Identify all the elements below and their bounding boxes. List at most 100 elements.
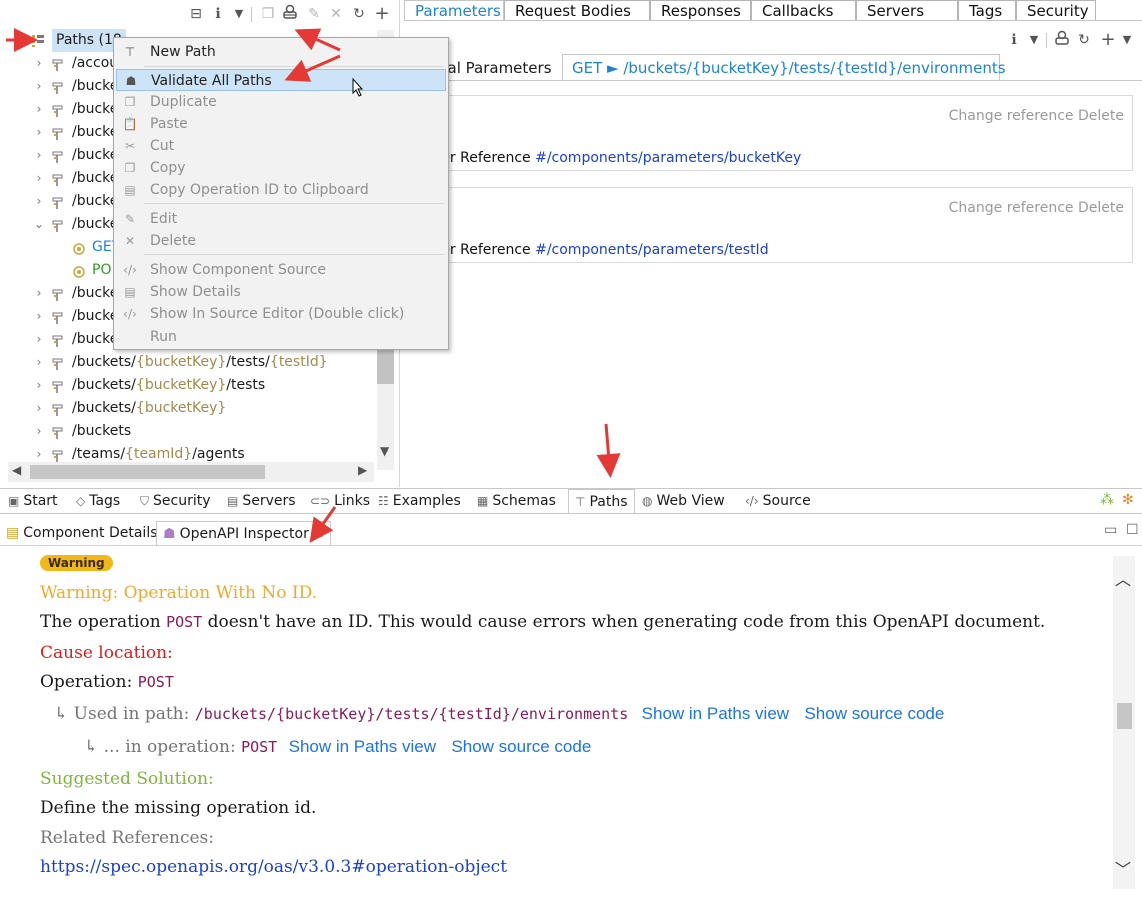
chevron-down-icon[interactable]: ⌄: [33, 213, 45, 236]
menu-item-new-path[interactable]: ⊤ New Path: [116, 41, 446, 63]
info-icon[interactable]: ℹ: [1004, 30, 1024, 50]
tab-servers[interactable]: Servers: [856, 0, 958, 20]
scroll-down-icon[interactable]: ▼: [380, 444, 389, 458]
bottom-tab-examples[interactable]: ☷ Examples: [378, 489, 461, 513]
show-source-link[interactable]: Show source code: [451, 737, 591, 756]
chevron-right-icon[interactable]: ›: [33, 144, 45, 167]
maximize-icon[interactable]: ☐: [1126, 522, 1139, 538]
inspector-icon[interactable]: [280, 4, 300, 24]
chevron-right-icon[interactable]: ›: [33, 75, 45, 98]
chevron-right-icon[interactable]: ›: [33, 420, 45, 443]
path-icon: [52, 149, 64, 163]
tab-global-parameters[interactable]: bal Parameters: [438, 55, 552, 81]
chevron-down-icon[interactable]: ▼: [1117, 30, 1137, 50]
menu-item-duplicate[interactable]: ❐ Duplicate: [116, 91, 446, 113]
menu-item-copy-operation-id-to-clipboard[interactable]: ▤ Copy Operation ID to Clipboard: [116, 179, 446, 201]
chevron-right-icon[interactable]: ›: [33, 98, 45, 121]
bottom-tab-security[interactable]: ⛉ Security: [140, 489, 211, 513]
scroll-down-icon[interactable]: ﹀: [1115, 856, 1131, 880]
chevron-right-icon[interactable]: ›: [33, 190, 45, 213]
tree-horizontal-scroll-thumb[interactable]: [30, 465, 265, 479]
chevron-down-icon[interactable]: ▼: [229, 4, 249, 24]
path-icon: [52, 172, 64, 186]
reference-link[interactable]: #/components/parameters/bucketKey: [535, 150, 801, 166]
scroll-left-icon[interactable]: ◀: [12, 463, 21, 477]
bottom-tab-source[interactable]: ‹/› Source: [745, 489, 811, 513]
show-in-paths-link[interactable]: Show in Paths view: [289, 737, 436, 756]
related-reference-link[interactable]: https://spec.openapis.org/oas/v3.0.3#ope…: [40, 857, 507, 877]
refresh-icon[interactable]: ↻: [349, 4, 369, 24]
tab-security[interactable]: Security: [1016, 0, 1096, 20]
chevron-right-icon[interactable]: ›: [33, 328, 45, 351]
path-icon: [52, 218, 64, 232]
add-icon[interactable]: +: [1098, 30, 1118, 50]
collapse-all-icon[interactable]: ⊟: [186, 4, 206, 24]
edit-icon[interactable]: ✎: [304, 4, 324, 24]
chevron-right-icon[interactable]: ›: [33, 374, 45, 397]
bottom-tab-schemas[interactable]: ▦ Schemas: [477, 489, 556, 513]
tab-operation-parameters[interactable]: GET ► /buckets/{bucketKey}/tests/{testId…: [562, 54, 1006, 81]
tree-path-item[interactable]: › /buckets: [0, 420, 380, 443]
tab-responses[interactable]: Responses: [650, 0, 751, 20]
tab-callbacks[interactable]: Callbacks: [751, 0, 856, 20]
minimize-icon[interactable]: ▭: [1104, 522, 1117, 538]
menu-item-cut[interactable]: ✂ Cut: [116, 135, 446, 157]
menu-item-validate-all-paths[interactable]: ☗ Validate All Paths: [116, 69, 446, 91]
used-in-path-line: ↳ Used in path: /buckets/{bucketKey}/tes…: [54, 704, 944, 724]
details-icon: ▤: [6, 525, 20, 541]
menu-item-show-in-source-editor-double-click[interactable]: ‹/› Show In Source Editor (Double click): [116, 303, 446, 325]
add-icon[interactable]: +: [372, 4, 392, 24]
tree-path-item[interactable]: › /buckets/{bucketKey}/tests/{testId}: [0, 351, 380, 374]
menu-item-copy[interactable]: ❐ Copy: [116, 157, 446, 179]
chevron-right-icon[interactable]: ›: [33, 52, 45, 75]
tab-request-bodies[interactable]: Request Bodies: [504, 0, 650, 20]
show-in-paths-link[interactable]: Show in Paths view: [642, 704, 789, 723]
bottom-tab-label: Source: [762, 493, 811, 509]
chevron-right-icon[interactable]: ›: [33, 305, 45, 328]
bottom-tab-web-view[interactable]: ◍ Web View: [642, 489, 725, 513]
tree-vertical-scroll-thumb[interactable]: [377, 350, 394, 384]
menu-item-delete[interactable]: ✕ Delete: [116, 230, 446, 252]
tab-tags[interactable]: Tags: [958, 0, 1016, 20]
reference-link[interactable]: #/components/parameters/testId: [535, 242, 768, 258]
tree-path-item[interactable]: › /buckets/{bucketKey}: [0, 397, 380, 420]
chevron-right-icon[interactable]: ›: [33, 282, 45, 305]
duplicate-icon[interactable]: ❐: [258, 4, 278, 24]
bottom-tab-servers[interactable]: ▤ Servers: [227, 489, 296, 513]
tree-item-label: /bucke: [72, 75, 118, 98]
menu-item-show-details[interactable]: ▤ Show Details: [116, 281, 446, 303]
close-icon[interactable]: ✕: [315, 528, 324, 541]
chevron-down-icon[interactable]: ▼: [1024, 30, 1044, 50]
menu-item-edit[interactable]: ✎ Edit: [116, 208, 446, 230]
chevron-right-icon[interactable]: ›: [33, 351, 45, 374]
tree-path-item[interactable]: › /buckets/{bucketKey}/tests: [0, 374, 380, 397]
inspector-icon[interactable]: [1052, 30, 1072, 50]
path-icon: [52, 333, 64, 347]
card-actions[interactable]: Change reference Delete: [949, 108, 1124, 124]
refresh-icon[interactable]: ↻: [1074, 30, 1094, 50]
chevron-right-icon[interactable]: ›: [33, 167, 45, 190]
tab-parameters[interactable]: Parameters: [404, 0, 504, 20]
scroll-up-icon[interactable]: ︿: [1115, 566, 1131, 590]
chevron-right-icon[interactable]: ›: [33, 397, 45, 420]
scroll-right-icon[interactable]: ▶: [358, 463, 367, 477]
bottom-tab-start[interactable]: ▣ Start: [8, 489, 58, 513]
inspector-scroll-thumb[interactable]: [1117, 703, 1132, 729]
delete-icon[interactable]: ✕: [326, 4, 346, 24]
menu-item-paste[interactable]: 📋 Paste: [116, 113, 446, 135]
bottom-tab-tags[interactable]: ◇ Tags: [76, 489, 120, 513]
suggested-solution-label: Suggested Solution:: [40, 769, 214, 789]
menu-item-show-component-source[interactable]: ‹/› Show Component Source: [116, 259, 446, 281]
bottom-tab-links[interactable]: ⊂⊃ Links: [310, 489, 370, 513]
tab-component-details[interactable]: ▤ Component Details: [6, 521, 158, 545]
grid-icon[interactable]: ⁂: [1100, 492, 1114, 508]
chevron-right-icon[interactable]: ›: [33, 121, 45, 144]
tab-openapi-inspector[interactable]: ☗ OpenAPI Inspector ✕: [156, 521, 332, 545]
settings-icon[interactable]: ✻: [1122, 492, 1134, 508]
menu-item-run[interactable]: Run: [116, 326, 446, 348]
show-source-link[interactable]: Show source code: [804, 704, 944, 723]
card-actions[interactable]: Change reference Delete: [949, 200, 1124, 216]
info-icon[interactable]: ℹ: [208, 4, 228, 24]
cut-icon: ✂: [124, 139, 136, 153]
bottom-tab-paths[interactable]: ⊤ Paths: [568, 489, 635, 513]
